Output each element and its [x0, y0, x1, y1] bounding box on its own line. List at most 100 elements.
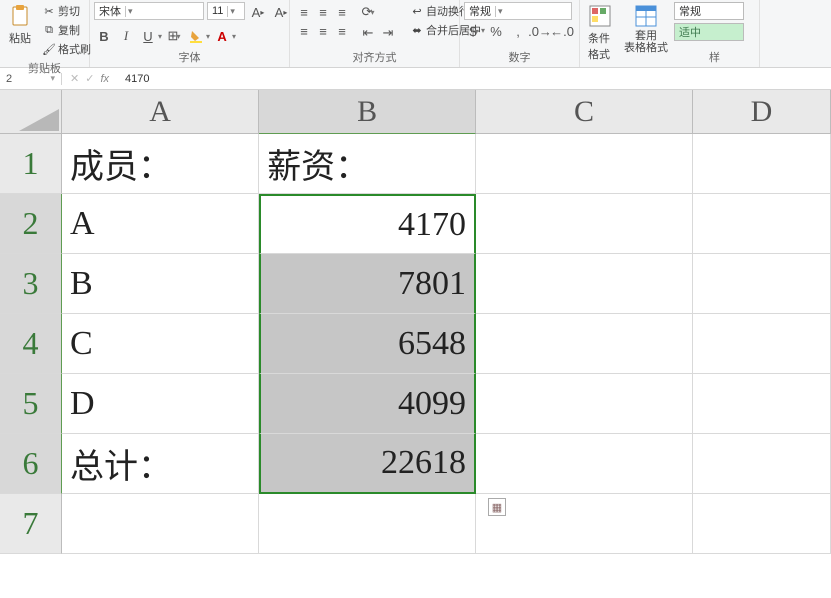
cell-A5[interactable]: D — [62, 374, 259, 434]
align-right-button[interactable]: ≡ — [332, 21, 352, 41]
border-button[interactable]: ⊞▾ — [164, 26, 184, 46]
chevron-down-icon[interactable]: ▾ — [206, 32, 210, 41]
col-header-C[interactable]: C — [476, 90, 693, 134]
align-top-center-button[interactable]: ≡ — [313, 2, 333, 22]
font-size-combo[interactable]: 11▾ — [207, 2, 245, 20]
cell-A1[interactable]: 成员： — [62, 134, 259, 194]
comma-format-button[interactable]: , — [508, 21, 528, 41]
select-all-corner[interactable] — [0, 90, 62, 134]
quick-analysis-button[interactable]: ▦ — [488, 498, 506, 516]
group-styles-label: 样 — [674, 47, 755, 67]
fx-label[interactable]: fx — [100, 73, 109, 85]
bold-button[interactable]: B — [94, 26, 114, 46]
cell-C4[interactable] — [476, 314, 693, 374]
conditional-formatting-button[interactable]: 条件格式 — [584, 2, 616, 64]
cell-B4[interactable]: 6548 — [259, 314, 476, 374]
chevron-down-icon: ▾ — [125, 6, 135, 17]
cell-D1[interactable] — [693, 134, 831, 194]
row-header-4[interactable]: 4 — [0, 314, 62, 374]
cell-B6[interactable]: 22618 — [259, 434, 476, 494]
row-header-3[interactable]: 3 — [0, 254, 62, 314]
chevron-down-icon: ▾ — [495, 6, 505, 17]
cell-B7[interactable] — [259, 494, 476, 554]
row-header-1[interactable]: 1 — [0, 134, 62, 194]
col-header-B[interactable]: B — [259, 90, 476, 134]
group-font-label: 字体 — [94, 47, 285, 67]
cell-style-normal[interactable]: 常规 — [674, 2, 744, 20]
cell-C2[interactable] — [476, 194, 693, 254]
fill-color-button[interactable] — [186, 26, 206, 46]
align-top-left-button[interactable]: ≡ — [294, 2, 314, 22]
row-header-6[interactable]: 6 — [0, 434, 62, 494]
decrease-indent-button[interactable]: ⇤ — [358, 23, 378, 43]
decrease-decimal-button[interactable]: ←.0 — [552, 21, 572, 41]
scissors-icon: ✂ — [42, 4, 56, 18]
row-header-5[interactable]: 5 — [0, 374, 62, 434]
accounting-format-button[interactable]: $▾ — [464, 21, 484, 41]
cell-style-good[interactable]: 适中 — [674, 23, 744, 41]
row-header-7[interactable]: 7 — [0, 494, 62, 554]
font-color-button[interactable]: A — [212, 26, 232, 46]
cell-A2[interactable]: A — [62, 194, 259, 254]
col-header-D[interactable]: D — [693, 90, 831, 134]
quick-analysis-icon: ▦ — [492, 501, 502, 514]
group-alignment: ≡ ≡ ≡ ≡ ≡ ≡ ⟳▾ ⇤ ⇥ ↩ 自动换行 ⬌ — [290, 0, 460, 67]
group-font: 宋体▾ 11▾ A▸ A▸ B I U ▾ ⊞▾ ▾ A ▾ — [90, 0, 290, 67]
chevron-down-icon[interactable]: ▾ — [158, 32, 162, 41]
cell-C3[interactable] — [476, 254, 693, 314]
orientation-button[interactable]: ⟳▾ — [358, 2, 378, 22]
align-top-right-button[interactable]: ≡ — [332, 2, 352, 22]
chevron-down-icon: ▾ — [50, 73, 55, 84]
cond-format-label: 条件格式 — [588, 30, 612, 62]
decrease-font-button[interactable]: A▸ — [271, 2, 291, 22]
increase-indent-button[interactable]: ⇥ — [378, 23, 398, 43]
cell-B3[interactable]: 7801 — [259, 254, 476, 314]
cell-B1[interactable]: 薪资： — [259, 134, 476, 194]
cell-C5[interactable] — [476, 374, 693, 434]
cell-D3[interactable] — [693, 254, 831, 314]
number-format-combo[interactable]: 常规▾ — [464, 2, 572, 20]
group-clipboard: 粘贴 ✂ 剪切 ⧉ 复制 🖌 格式刷 剪贴板 — [0, 0, 90, 67]
cell-C6[interactable] — [476, 434, 693, 494]
cell-D6[interactable] — [693, 434, 831, 494]
row-headers: 1 2 3 4 5 6 7 — [0, 134, 62, 554]
cell-A7[interactable] — [62, 494, 259, 554]
cell-C7[interactable] — [476, 494, 693, 554]
align-center-button[interactable]: ≡ — [313, 21, 333, 41]
name-box[interactable]: 2 ▾ — [0, 73, 62, 85]
confirm-icon[interactable]: ✓ — [85, 72, 94, 85]
row-header-2[interactable]: 2 — [0, 194, 62, 254]
italic-button[interactable]: I — [116, 26, 136, 46]
cell-A6[interactable]: 总计： — [62, 434, 259, 494]
cell-C1[interactable] — [476, 134, 693, 194]
chevron-down-icon[interactable]: ▾ — [232, 32, 236, 41]
formula-bar: 2 ▾ ✕ ✓ fx 4170 — [0, 68, 831, 90]
cell-A4[interactable]: C — [62, 314, 259, 374]
cell-B2[interactable]: 4170 — [259, 194, 476, 254]
paste-label: 粘贴 — [9, 30, 31, 46]
font-family-combo[interactable]: 宋体▾ — [94, 2, 204, 20]
cut-button[interactable]: ✂ 剪切 — [40, 2, 93, 20]
cell-A3[interactable]: B — [62, 254, 259, 314]
formula-value[interactable]: 4170 — [125, 73, 149, 85]
cell-D4[interactable] — [693, 314, 831, 374]
percent-format-button[interactable]: % — [486, 21, 506, 41]
underline-button[interactable]: U — [138, 26, 158, 46]
increase-font-button[interactable]: A▸ — [248, 2, 268, 22]
copy-button[interactable]: ⧉ 复制 — [40, 21, 93, 39]
paste-button[interactable]: 粘贴 — [4, 2, 36, 48]
cell-B5[interactable]: 4099 — [259, 374, 476, 434]
format-painter-button[interactable]: 🖌 格式刷 — [40, 40, 93, 58]
cell-D2[interactable] — [693, 194, 831, 254]
align-left-button[interactable]: ≡ — [294, 21, 314, 41]
table-format-icon — [634, 4, 658, 28]
format-as-table-button[interactable]: 套用 表格格式 — [620, 2, 672, 56]
column-headers: A B C D — [62, 90, 831, 134]
cell-D7[interactable] — [693, 494, 831, 554]
col-header-A[interactable]: A — [62, 90, 259, 134]
chevron-down-icon: ▾ — [227, 6, 237, 17]
increase-decimal-button[interactable]: .0→ — [530, 21, 550, 41]
cell-D5[interactable] — [693, 374, 831, 434]
table-format-label: 套用 表格格式 — [624, 30, 668, 54]
cancel-icon[interactable]: ✕ — [70, 72, 79, 85]
